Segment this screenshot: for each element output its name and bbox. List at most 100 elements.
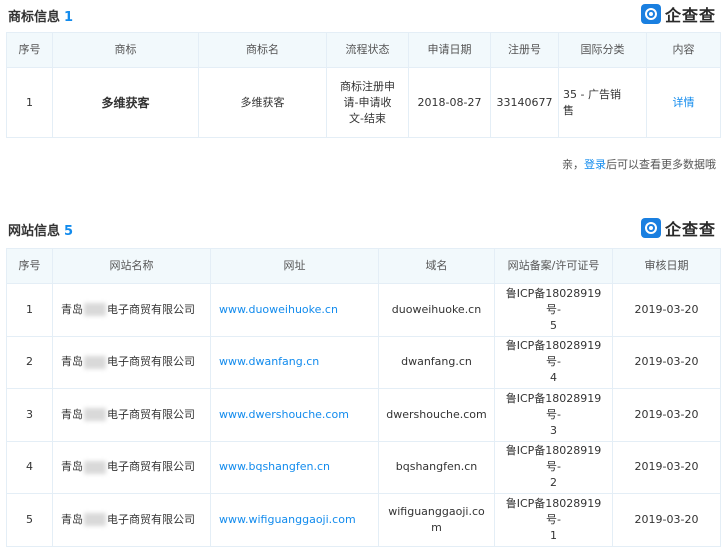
- site-company-name: 青岛 电子商贸有限公司: [52, 440, 211, 494]
- icp-license: 鲁ICP备18028919号- 5: [494, 283, 613, 337]
- icp-license: 鲁ICP备18028919号- 2: [494, 440, 613, 494]
- process-status: 商标注册申 请-申请收 文-结束: [326, 67, 409, 138]
- column-header: 商标: [52, 32, 199, 68]
- site-url-link[interactable]: www.wifiguanggaoji.com: [219, 513, 356, 526]
- table-row: 1 青岛 电子商贸有限公司 www.duoweihuoke.cn duoweihuoke…: [6, 283, 721, 337]
- table-row: 1 多维获客 多维获客 商标注册申 请-申请收 文-结束 2018-08-27 33…: [6, 67, 721, 138]
- website-count: 5: [64, 224, 74, 239]
- review-date: 2019-03-20: [612, 440, 721, 494]
- brand-name: 企查查: [664, 6, 716, 25]
- review-date: 2019-03-20: [612, 283, 721, 337]
- site-domain: duoweihuoke.cn: [378, 283, 495, 337]
- site-url-link[interactable]: www.duoweihuoke.cn: [219, 303, 338, 316]
- icp-license-line: 鲁ICP备18028919号-: [505, 444, 602, 474]
- site-domain: bqshangfen.cn: [378, 440, 495, 494]
- row-number: 3: [6, 388, 53, 442]
- table-row: 3 青岛 电子商贸有限公司 www.dwershouche.com dwershouch…: [6, 388, 721, 442]
- website-section: 网站信息 5 企查查 序号 网站名称 网址 域名 网站备案/许可证号 审核日期 1 青岛 电子商…: [0, 216, 728, 547]
- site-domain: dwanfang.cn: [378, 335, 495, 389]
- website-header: 网站信息 5 企查查: [0, 216, 728, 244]
- site-domain-line: wifiguanggaoji.co: [388, 504, 485, 518]
- column-header: 申请日期: [408, 32, 491, 68]
- apply-date: 2018-08-27: [408, 67, 491, 138]
- login-note: 亲，登录后可以查看更多数据哦: [562, 156, 716, 172]
- redacted-blur: [84, 408, 106, 422]
- website-header-row: 序号 网站名称 网址 域名 网站备案/许可证号 审核日期: [6, 248, 721, 284]
- intl-class: 35 - 广告销售: [558, 67, 647, 138]
- table-row: 5 青岛 电子商贸有限公司 www.wifiguanggaoji.com wifigua…: [6, 493, 721, 547]
- intl-class-line: 售: [563, 103, 574, 117]
- trademark-count: 1: [64, 10, 74, 25]
- site-url: www.dwershouche.com: [210, 388, 379, 442]
- column-header: 审核日期: [612, 248, 721, 284]
- website-table: 序号 网站名称 网址 域名 网站备案/许可证号 审核日期 1 青岛 电子商贸有限公司 www.d…: [6, 248, 721, 547]
- trademark-name: 多维获客: [198, 67, 327, 138]
- site-company-name: 青岛 电子商贸有限公司: [52, 335, 211, 389]
- redacted-blur: [84, 513, 106, 527]
- icp-license-line: 鲁ICP备18028919号-: [505, 339, 602, 369]
- redacted-blur: [84, 460, 106, 474]
- icp-license: 鲁ICP备18028919号- 4: [494, 335, 613, 389]
- website-title: 网站信息 5: [8, 220, 73, 239]
- row-number: 1: [6, 67, 53, 138]
- icp-license-line: 2: [550, 476, 557, 490]
- table-row: 4 青岛 电子商贸有限公司 www.bqshangfen.cn bqshangfen.c…: [6, 440, 721, 494]
- site-domain-line: bqshangfen.cn: [395, 460, 478, 474]
- trademark-header-row: 序号 商标 商标名 流程状态 申请日期 注册号 国际分类 内容: [6, 32, 721, 68]
- company-suffix: 电子商贸有限公司: [107, 512, 195, 526]
- icp-license-line: 3: [550, 423, 557, 437]
- table-row: 2 青岛 电子商贸有限公司 www.dwanfang.cn dwanfang.cn 鲁IC…: [6, 335, 721, 389]
- column-header: 流程状态: [326, 32, 409, 68]
- review-date: 2019-03-20: [612, 388, 721, 442]
- site-url-link[interactable]: www.bqshangfen.cn: [219, 460, 330, 473]
- row-number: 1: [6, 283, 53, 337]
- intl-class-line: 35 - 广告销: [563, 87, 621, 101]
- company-prefix: 青岛: [61, 407, 83, 421]
- company-prefix: 青岛: [61, 355, 83, 369]
- column-header: 国际分类: [558, 32, 647, 68]
- company-suffix: 电子商贸有限公司: [107, 407, 195, 421]
- column-header: 商标名: [198, 32, 327, 68]
- column-header: 内容: [646, 32, 721, 68]
- redacted-blur: [84, 303, 106, 317]
- company-suffix: 电子商贸有限公司: [107, 460, 195, 474]
- column-header: 网站名称: [52, 248, 211, 284]
- qichacha-brand[interactable]: 企查查: [640, 2, 716, 26]
- trademark-header: 商标信息 1 企查查: [0, 2, 728, 30]
- brand-name: 企查查: [664, 220, 716, 239]
- site-url-link[interactable]: www.dwanfang.cn: [219, 355, 319, 368]
- icp-license-line: 1: [550, 528, 557, 542]
- column-header: 域名: [378, 248, 495, 284]
- trademark-section: 商标信息 1 企查查 序号 商标 商标名 流程状态 申请日期 注册号 国际分类 内容 1 多维获…: [0, 2, 728, 171]
- site-domain: dwershouche.com: [378, 388, 495, 442]
- detail-link[interactable]: 详情: [646, 67, 721, 138]
- login-note-suffix: 后可以查看更多数据哦: [606, 158, 716, 171]
- site-domain-line: duoweihuoke.cn: [391, 302, 482, 316]
- review-date: 2019-03-20: [612, 335, 721, 389]
- company-suffix: 电子商贸有限公司: [107, 355, 195, 369]
- site-url: www.wifiguanggaoji.com: [210, 493, 379, 547]
- company-suffix: 电子商贸有限公司: [107, 302, 195, 316]
- row-number: 5: [6, 493, 53, 547]
- column-header: 网址: [210, 248, 379, 284]
- site-company-name: 青岛 电子商贸有限公司: [52, 388, 211, 442]
- redacted-blur: [84, 355, 106, 369]
- company-prefix: 青岛: [61, 302, 83, 316]
- qichacha-brand[interactable]: 企查查: [640, 216, 716, 240]
- icp-license-line: 鲁ICP备18028919号-: [505, 286, 602, 316]
- website-title-text: 网站信息: [8, 224, 61, 239]
- login-note-prefix: 亲，: [562, 158, 584, 171]
- site-url: www.bqshangfen.cn: [210, 440, 379, 494]
- site-url: www.duoweihuoke.cn: [210, 283, 379, 337]
- registration-number: 33140677: [490, 67, 559, 138]
- login-link[interactable]: 登录: [584, 158, 606, 171]
- site-url-link[interactable]: www.dwershouche.com: [219, 408, 349, 421]
- icp-license: 鲁ICP备18028919号- 3: [494, 388, 613, 442]
- site-company-name: 青岛 电子商贸有限公司: [52, 493, 211, 547]
- trademark-title-text: 商标信息: [8, 10, 61, 25]
- row-number: 2: [6, 335, 53, 389]
- site-domain-line: dwanfang.cn: [401, 355, 472, 369]
- qichacha-logo-icon: [640, 218, 661, 238]
- trademark-title: 商标信息 1: [8, 6, 73, 25]
- column-header: 序号: [6, 248, 53, 284]
